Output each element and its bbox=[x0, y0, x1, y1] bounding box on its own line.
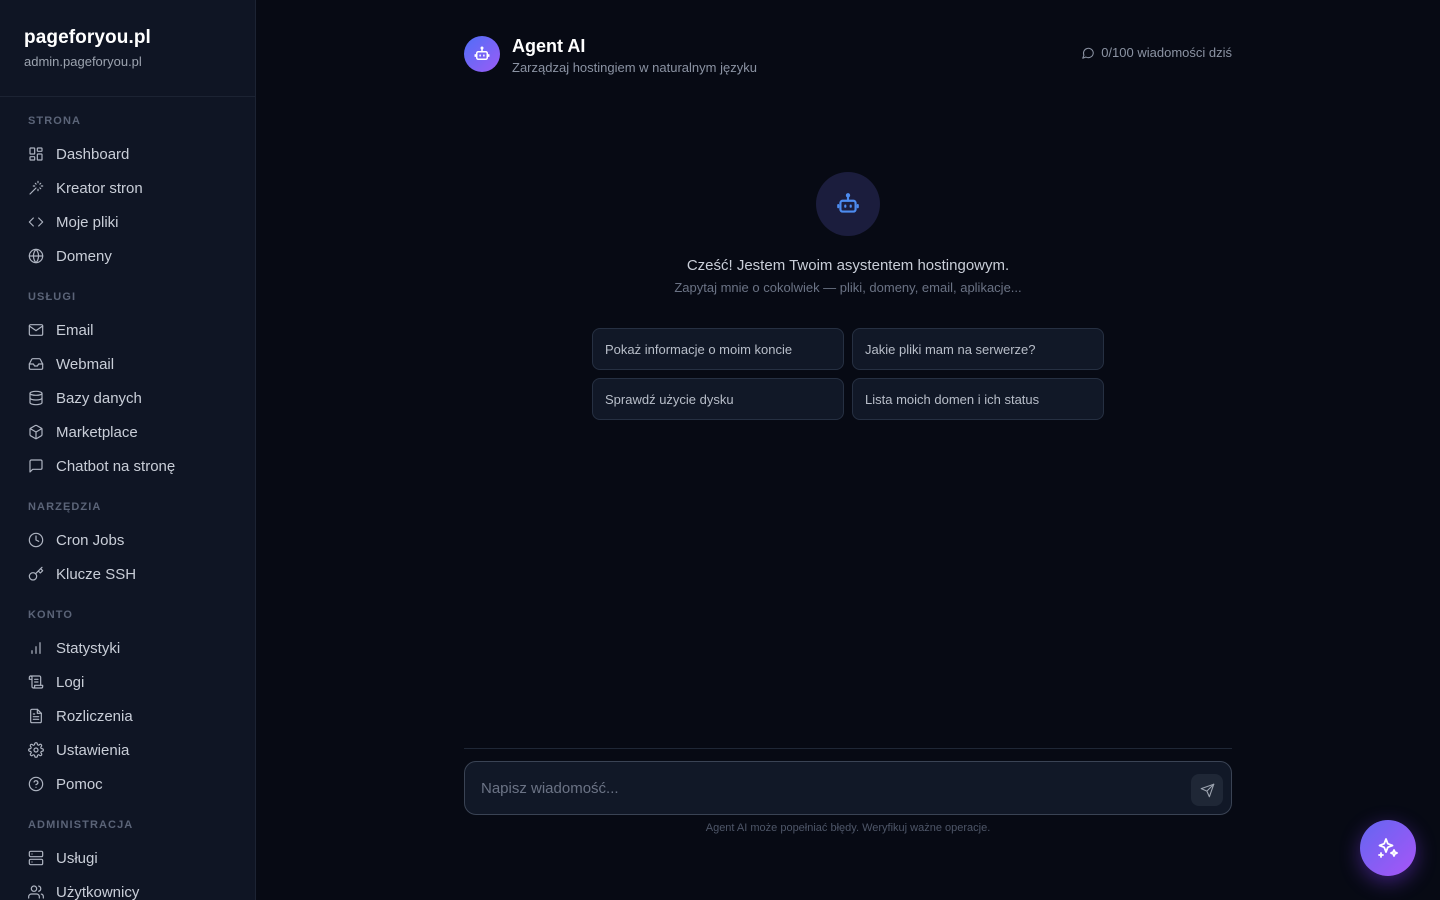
welcome-subtitle: Zapytaj mnie o cokolwiek — pliki, domeny… bbox=[674, 280, 1022, 295]
sidebar-item-label: Rozliczenia bbox=[56, 707, 133, 725]
sidebar: pageforyou.pl admin.pageforyou.pl STRONA… bbox=[0, 0, 256, 900]
sidebar-item-clock[interactable]: Cron Jobs bbox=[0, 523, 255, 557]
users-icon bbox=[28, 884, 44, 900]
message-square-icon bbox=[28, 458, 44, 474]
message-circle-icon bbox=[1082, 47, 1094, 59]
sidebar-item-label: Logi bbox=[56, 673, 85, 691]
sidebar-item-label: Email bbox=[56, 321, 94, 339]
sidebar-item-label: Cron Jobs bbox=[56, 531, 125, 549]
sidebar-item-mail[interactable]: Email bbox=[0, 313, 255, 347]
sidebar-item-label: Statystyki bbox=[56, 639, 121, 657]
database-icon bbox=[28, 390, 44, 406]
sidebar-item-label: Marketplace bbox=[56, 423, 138, 441]
sidebar-section-label: KONTO bbox=[28, 609, 74, 621]
bar-chart-icon bbox=[28, 640, 44, 656]
scroll-icon bbox=[28, 674, 44, 690]
server-icon bbox=[28, 850, 44, 866]
sidebar-nav: STRONA Dashboard Kreator stron Moje pliki Do… bbox=[0, 97, 255, 900]
sidebar-item-database[interactable]: Bazy danych bbox=[0, 381, 255, 415]
page-title: Agent AI bbox=[512, 36, 586, 56]
sidebar-item-label: Użytkownicy bbox=[56, 883, 140, 900]
sparkles-icon bbox=[1378, 838, 1398, 858]
composer bbox=[464, 761, 1232, 815]
sidebar-item-label: Bazy danych bbox=[56, 389, 142, 407]
sidebar-item-dashboard[interactable]: Dashboard bbox=[0, 137, 255, 171]
clock-icon bbox=[28, 532, 44, 548]
sidebar-item-key[interactable]: Klucze SSH bbox=[0, 557, 255, 591]
magic-wand-icon bbox=[28, 180, 44, 196]
sidebar-item-file-text[interactable]: Rozliczenia bbox=[0, 699, 255, 733]
send-icon bbox=[1200, 783, 1214, 797]
sidebar-item-magic-wand[interactable]: Kreator stron bbox=[0, 171, 255, 205]
sidebar-item-message-square[interactable]: Chatbot na stronę bbox=[0, 449, 255, 483]
send-button[interactable] bbox=[1191, 774, 1223, 806]
inbox-icon bbox=[28, 356, 44, 372]
sidebar-item-label: Kreator stron bbox=[56, 179, 143, 197]
sidebar-item-label: Pomoc bbox=[56, 775, 103, 793]
dashboard-icon bbox=[28, 146, 44, 162]
chat-header: Agent AI Zarządzaj hostingiem w naturaln… bbox=[464, 34, 1232, 78]
sidebar-item-label: Moje pliki bbox=[56, 213, 119, 231]
robot-icon bbox=[464, 36, 500, 72]
code-icon bbox=[28, 214, 44, 230]
sidebar-section-label: NARZĘDZIA bbox=[28, 501, 102, 513]
ai-assistant-fab[interactable] bbox=[1360, 820, 1416, 876]
sidebar-item-code[interactable]: Moje pliki bbox=[0, 205, 255, 239]
sidebar-item-label: Chatbot na stronę bbox=[56, 457, 176, 475]
sidebar-item-label: Webmail bbox=[56, 355, 115, 373]
package-icon bbox=[28, 424, 44, 440]
brand: pageforyou.pl admin.pageforyou.pl bbox=[0, 0, 255, 97]
message-counter-text: 0/100 wiadomości dziś bbox=[1101, 45, 1232, 60]
robot-icon bbox=[816, 172, 880, 236]
sidebar-item-package[interactable]: Marketplace bbox=[0, 415, 255, 449]
key-icon bbox=[28, 566, 44, 582]
sidebar-item-label: Domeny bbox=[56, 247, 112, 265]
sidebar-item-label: Ustawienia bbox=[56, 741, 130, 759]
sidebar-item-label: Usługi bbox=[56, 849, 98, 867]
globe-icon bbox=[28, 248, 44, 264]
sidebar-section-label: STRONA bbox=[28, 115, 82, 127]
main-panel: Agent AI Zarządzaj hostingiem w naturaln… bbox=[256, 0, 1440, 900]
suggestion-button[interactable]: Lista moich domen i ich status bbox=[852, 378, 1104, 420]
sidebar-item-inbox[interactable]: Webmail bbox=[0, 347, 255, 381]
sidebar-item-label: Dashboard bbox=[56, 145, 130, 163]
gear-icon bbox=[28, 742, 44, 758]
help-circle-icon bbox=[28, 776, 44, 792]
suggestion-button[interactable]: Jakie pliki mam na serwerze? bbox=[852, 328, 1104, 370]
welcome-title: Cześć! Jestem Twoim asystentem hostingow… bbox=[686, 257, 1010, 274]
file-text-icon bbox=[28, 708, 44, 724]
sidebar-item-server[interactable]: Usługi bbox=[0, 841, 255, 875]
sidebar-item-users[interactable]: Użytkownicy bbox=[0, 875, 255, 900]
sidebar-item-globe[interactable]: Domeny bbox=[0, 239, 255, 273]
mail-icon bbox=[28, 322, 44, 338]
sidebar-section-label: USŁUGI bbox=[28, 291, 77, 303]
sidebar-item-scroll[interactable]: Logi bbox=[0, 665, 255, 699]
suggestion-button[interactable]: Pokaż informacje o moim koncie bbox=[592, 328, 844, 370]
sidebar-item-bar-chart[interactable]: Statystyki bbox=[0, 631, 255, 665]
composer-area bbox=[464, 748, 1232, 815]
sidebar-item-help-circle[interactable]: Pomoc bbox=[0, 767, 255, 801]
disclaimer: Agent AI może popełniać błędy. Weryfikuj… bbox=[705, 822, 991, 834]
brand-subtitle: admin.pageforyou.pl bbox=[24, 54, 142, 69]
suggestion-button[interactable]: Sprawdź użycie dysku bbox=[592, 378, 844, 420]
sidebar-item-label: Klucze SSH bbox=[56, 565, 137, 583]
message-input[interactable] bbox=[481, 762, 1181, 814]
brand-title[interactable]: pageforyou.pl bbox=[24, 26, 231, 50]
page-subtitle: Zarządzaj hostingiem w naturalnym języku bbox=[512, 60, 757, 75]
message-counter: 0/100 wiadomości dziś bbox=[1081, 45, 1232, 60]
sidebar-item-gear[interactable]: Ustawienia bbox=[0, 733, 255, 767]
sidebar-section-label: ADMINISTRACJA bbox=[28, 819, 134, 831]
